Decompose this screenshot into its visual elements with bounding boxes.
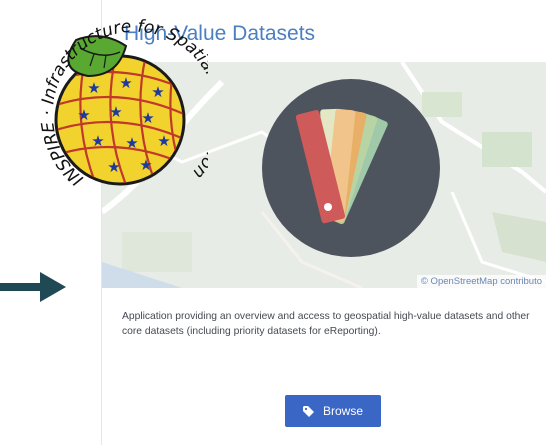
- svg-text:★: ★: [119, 74, 132, 92]
- inspire-logo: ★ ★ ★ ★ ★ ★ ★ ★ ★ ★ ★ INSPIRE · Infrastructure …: [16, 0, 208, 190]
- map-attribution[interactable]: © OpenStreetMap contributo: [416, 275, 546, 288]
- color-palette-fan-icon: [262, 79, 440, 257]
- arrow-right-icon: [0, 272, 66, 302]
- browse-button[interactable]: Browse: [285, 395, 381, 427]
- svg-text:★: ★: [151, 83, 164, 101]
- svg-text:★: ★: [109, 103, 122, 121]
- browse-button-label: Browse: [322, 404, 363, 418]
- svg-text:★: ★: [157, 132, 170, 150]
- svg-text:★: ★: [139, 156, 152, 174]
- svg-text:★: ★: [91, 132, 104, 150]
- svg-text:★: ★: [77, 106, 90, 124]
- tag-icon: [302, 405, 316, 417]
- svg-text:★: ★: [125, 134, 138, 152]
- svg-text:★: ★: [87, 79, 100, 97]
- card-description: Application providing an overview and ac…: [122, 311, 530, 337]
- svg-text:★: ★: [141, 109, 154, 127]
- svg-text:★: ★: [107, 158, 120, 176]
